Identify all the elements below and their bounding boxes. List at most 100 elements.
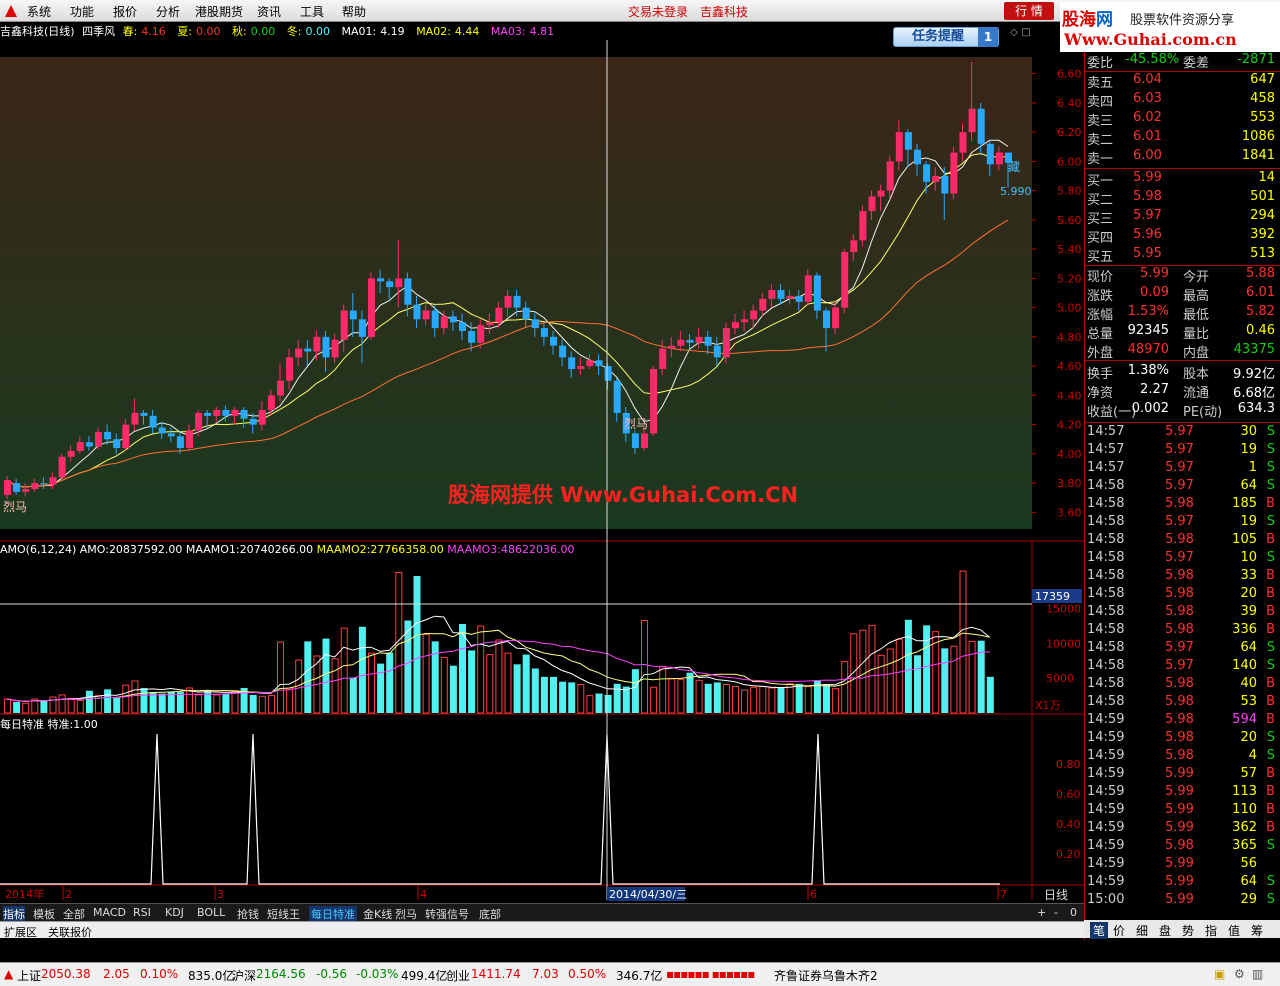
candle-body	[577, 366, 585, 370]
tab-indicator-13[interactable]: 底部	[479, 906, 501, 922]
trade-login-warning[interactable]: 交易未登录	[628, 3, 688, 20]
quote-panel: 委比 -45.58% 委差 -2871 卖五 6.04 647 卖四 6.03 458 卖三…	[1084, 52, 1280, 940]
kline-chart[interactable]: 6.60 6.40 6.20 6.00 5.80 5.60 5.40 5.20 5.00 4.80…	[0, 40, 1084, 910]
tab-indicator-5[interactable]: KDJ	[165, 906, 184, 919]
menu-item-hk-futures[interactable]: 港股期货	[195, 3, 243, 20]
tick-row[interactable]: 14:58 5.97 64 S	[1085, 478, 1280, 497]
tick-row[interactable]: 14:59 5.98 594 B	[1085, 712, 1280, 731]
tick-row[interactable]: 14:59 5.99 362 B	[1085, 820, 1280, 839]
tick-row[interactable]: 14:58 5.98 185 B	[1085, 496, 1280, 515]
candle-body	[804, 275, 812, 302]
tab-indicator-0[interactable]: 指标	[3, 906, 25, 922]
candle-body	[140, 412, 148, 416]
menu-item-news[interactable]: 资讯	[257, 3, 281, 20]
amo-bar	[759, 686, 767, 714]
ask-row: 卖三 6.02 553	[1087, 110, 1275, 129]
tick-row[interactable]: 14:58 5.97 140 S	[1085, 658, 1280, 677]
tick-row[interactable]: 14:58 5.98 33 B	[1085, 568, 1280, 587]
tick-row[interactable]: 14:58 5.98 20 B	[1085, 586, 1280, 605]
right-tab-1[interactable]: 价	[1113, 922, 1125, 939]
tick-row[interactable]: 14:59 5.99 113 B	[1085, 784, 1280, 803]
tick-row[interactable]: 14:59 5.99 110 B	[1085, 802, 1280, 821]
tab-extension[interactable]: 扩展区	[4, 924, 37, 940]
tick-row[interactable]: 14:58 5.97 10 S	[1085, 550, 1280, 569]
tab-indicator-3[interactable]: MACD	[93, 906, 126, 919]
tick-row[interactable]: 14:58 5.98 336 B	[1085, 622, 1280, 641]
candle-body	[713, 345, 721, 358]
tick-row[interactable]: 14:59 5.98 20 S	[1085, 730, 1280, 749]
menu-item-tools[interactable]: 工具	[300, 3, 324, 20]
amo-bar	[113, 697, 121, 713]
window-icon[interactable]: □	[1020, 27, 1032, 40]
candle-body	[404, 278, 412, 305]
tab-indicator-11[interactable]: 烈马	[395, 906, 417, 922]
right-tab-3[interactable]: 盘	[1159, 922, 1171, 939]
right-tab-5[interactable]: 指	[1205, 922, 1217, 939]
tab-indicator-7[interactable]: 抢钱	[237, 906, 259, 922]
menu-item-analysis[interactable]: 分析	[156, 3, 180, 20]
candle-body	[795, 295, 803, 302]
amo-bar	[686, 672, 694, 713]
lock-icon[interactable]: ▣	[1214, 967, 1225, 981]
tool-icon[interactable]: ⚙	[1234, 967, 1245, 981]
ma1-value: MA01: 4.19	[341, 25, 405, 38]
stock-title: 吉鑫科技(日线)	[0, 25, 75, 38]
tab-indicator-4[interactable]: RSI	[133, 906, 151, 919]
right-tab-7[interactable]: 筹	[1251, 922, 1263, 939]
summer-value: 夏: 0.00	[177, 25, 221, 38]
amo-bar	[85, 690, 93, 713]
tick-row[interactable]: 14:58 5.97 19 S	[1085, 514, 1280, 533]
menu-item-function[interactable]: 功能	[70, 3, 94, 20]
brand-slogan: 股票软件资源分享	[1130, 13, 1235, 28]
tab-indicator-10[interactable]: 金K线	[363, 906, 392, 922]
tick-row[interactable]: 15:00 5.99 29 S	[1085, 892, 1280, 911]
candle-body	[886, 161, 894, 191]
quote-button[interactable]: 行 情	[1004, 2, 1054, 20]
tab-indicator-2[interactable]: 全部	[63, 906, 85, 922]
tick-row[interactable]: 14:59 5.99 57 B	[1085, 766, 1280, 785]
tick-row[interactable]: 14:59 5.98 4 S	[1085, 748, 1280, 767]
tab-control-0[interactable]: +	[1037, 906, 1046, 919]
tick-row[interactable]: 14:58 5.97 64 S	[1085, 640, 1280, 659]
tick-row[interactable]: 14:58 5.98 39 B	[1085, 604, 1280, 623]
tick-row[interactable]: 14:57 5.97 19 S	[1085, 442, 1280, 461]
amo-bar	[641, 620, 648, 714]
tick-row[interactable]: 14:59 5.99 64 S	[1085, 874, 1280, 893]
tab-indicator-9[interactable]: 每日特准	[309, 906, 357, 922]
right-tab-6[interactable]: 值	[1228, 922, 1240, 939]
candle-body	[249, 418, 257, 425]
restore-icon[interactable]: ◇	[1008, 27, 1020, 40]
tab-control-1[interactable]: -	[1054, 906, 1058, 919]
amo-bar	[568, 682, 576, 713]
amo-bar	[722, 683, 730, 714]
tab-control-2[interactable]: 0	[1070, 906, 1077, 919]
tab-indicator-6[interactable]: BOLL	[197, 906, 225, 919]
tick-row[interactable]: 14:57 5.97 1 S	[1085, 460, 1280, 479]
tab-indicator-1[interactable]: 模板	[33, 906, 55, 922]
signal-icon[interactable]: ▥	[1252, 967, 1263, 981]
tick-row[interactable]: 14:59 5.99 56	[1085, 856, 1280, 875]
tick-row[interactable]: 14:57 5.97 30 S	[1085, 424, 1280, 443]
amo-bar	[104, 689, 112, 713]
tick-row[interactable]: 14:58 5.98 105 B	[1085, 532, 1280, 551]
menu-item-help[interactable]: 帮助	[342, 3, 366, 20]
tick-row[interactable]: 14:58 5.98 53 B	[1085, 694, 1280, 713]
amo-bar	[850, 633, 858, 714]
menu-item-system[interactable]: 系统	[27, 3, 51, 20]
right-tab-0[interactable]: 笔	[1090, 922, 1109, 939]
tab-indicator-12[interactable]: 转强信号	[425, 906, 469, 922]
candle-body	[67, 450, 75, 457]
candle-body	[213, 410, 221, 416]
tick-row[interactable]: 14:58 5.98 40 B	[1085, 676, 1280, 695]
menu-item-quote[interactable]: 报价	[113, 3, 137, 20]
tab-related-quote[interactable]: 关联报价	[48, 924, 92, 940]
period-label[interactable]: 日线	[1044, 888, 1068, 902]
sh-label: 上证	[17, 969, 42, 983]
right-tab-2[interactable]: 细	[1136, 922, 1148, 939]
tab-indicator-8[interactable]: 短线王	[267, 906, 300, 922]
amo-bar	[777, 687, 785, 713]
candle-body	[13, 483, 21, 492]
tick-row[interactable]: 14:59 5.98 365 S	[1085, 838, 1280, 857]
right-tab-4[interactable]: 势	[1182, 922, 1194, 939]
ask-row: 卖二 6.01 1086	[1087, 129, 1275, 148]
